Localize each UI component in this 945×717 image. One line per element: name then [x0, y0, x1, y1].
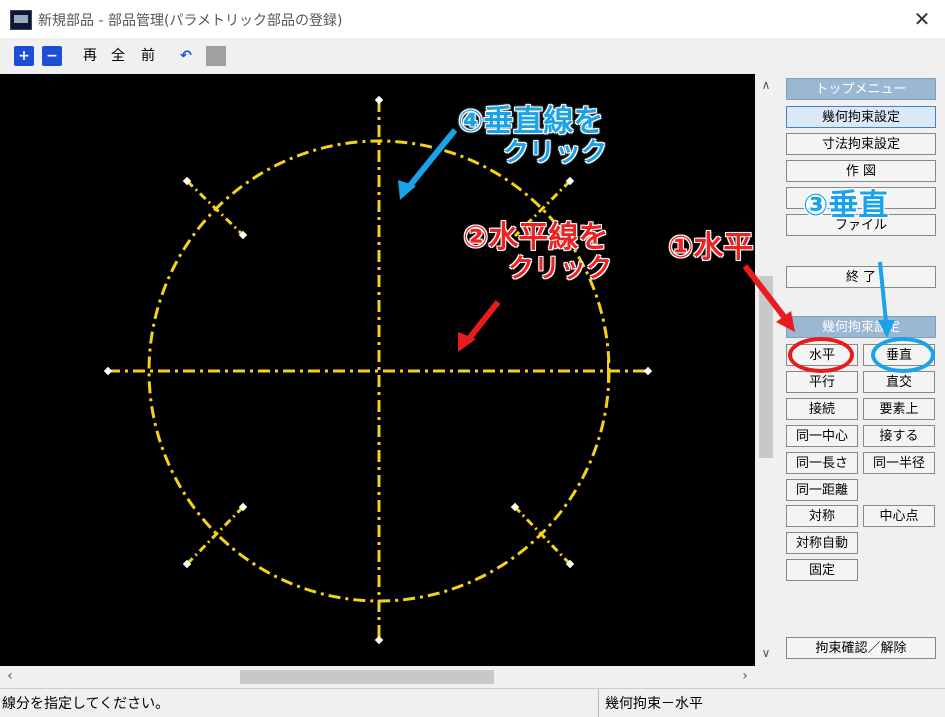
blue-arrow-to-vertical-button	[878, 261, 895, 338]
status-bar: 線分を指定してください。 幾何拘束－水平	[0, 688, 945, 717]
red-arrow-to-horizontal-button	[742, 264, 795, 332]
status-message: 線分を指定してください。	[2, 696, 170, 712]
red-arrow-to-horizontal-line	[458, 300, 501, 352]
status-mode-panel: 幾何拘束－水平	[598, 689, 899, 717]
annotation-arrows	[398, 128, 895, 352]
blue-arrow-to-vertical-line	[398, 128, 458, 200]
status-mode: 幾何拘束－水平	[605, 696, 703, 712]
